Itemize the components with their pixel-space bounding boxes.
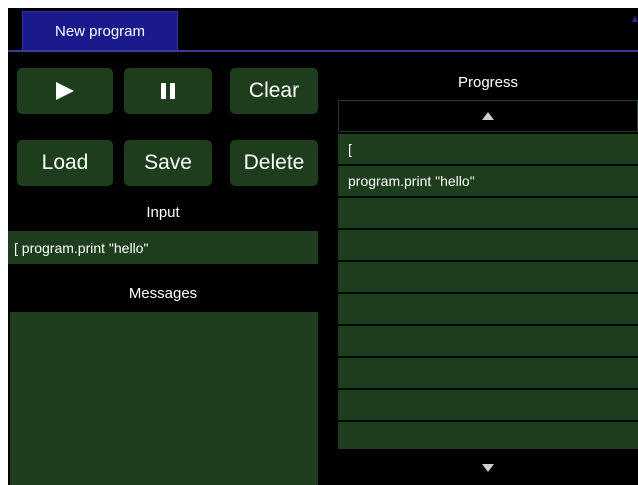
triangle-down-icon	[482, 464, 494, 472]
messages-area	[10, 312, 318, 485]
clear-button-label: Clear	[248, 79, 300, 102]
clear-button[interactable]: Clear	[230, 68, 318, 114]
pause-button[interactable]	[124, 68, 212, 114]
scroll-up-button[interactable]	[338, 100, 638, 132]
progress-row-text: [	[348, 141, 352, 157]
progress-row[interactable]: program.print "hello"	[338, 166, 638, 196]
progress-row[interactable]	[338, 390, 638, 420]
delete-button-label: Delete	[243, 151, 305, 174]
save-button-label: Save	[144, 151, 192, 174]
messages-label: Messages	[128, 285, 198, 302]
load-button[interactable]: Load	[17, 140, 113, 186]
input-field[interactable]: [ program.print "hello"	[8, 231, 318, 264]
progress-row[interactable]	[338, 230, 638, 260]
scroll-down-button[interactable]	[338, 451, 638, 485]
progress-row[interactable]	[338, 358, 638, 388]
play-button[interactable]	[17, 68, 113, 114]
save-button[interactable]: Save	[124, 140, 212, 186]
tab-new-program[interactable]: New program	[22, 11, 178, 50]
progress-row-text: program.print "hello"	[348, 173, 475, 189]
input-label: Input	[146, 204, 180, 221]
triangle-up-icon	[482, 112, 494, 120]
tab-bar-marker	[632, 16, 638, 22]
tab-bar: New program	[8, 8, 638, 52]
load-button-label: Load	[41, 151, 89, 174]
progress-row[interactable]: [	[338, 134, 638, 164]
delete-button[interactable]: Delete	[230, 140, 318, 186]
progress-row[interactable]	[338, 294, 638, 324]
progress-row[interactable]	[338, 198, 638, 228]
progress-row[interactable]	[338, 326, 638, 356]
progress-row[interactable]	[338, 262, 638, 292]
tab-label: New program	[54, 22, 146, 40]
input-value: [ program.print "hello"	[14, 239, 149, 256]
progress-panel: [ program.print "hello"	[338, 100, 638, 485]
play-icon	[56, 82, 74, 100]
progress-row[interactable]	[338, 422, 638, 449]
pause-icon	[161, 83, 175, 99]
app-window: New program Clear Load Save Delete Input…	[8, 8, 638, 485]
progress-label: Progress	[457, 74, 519, 91]
